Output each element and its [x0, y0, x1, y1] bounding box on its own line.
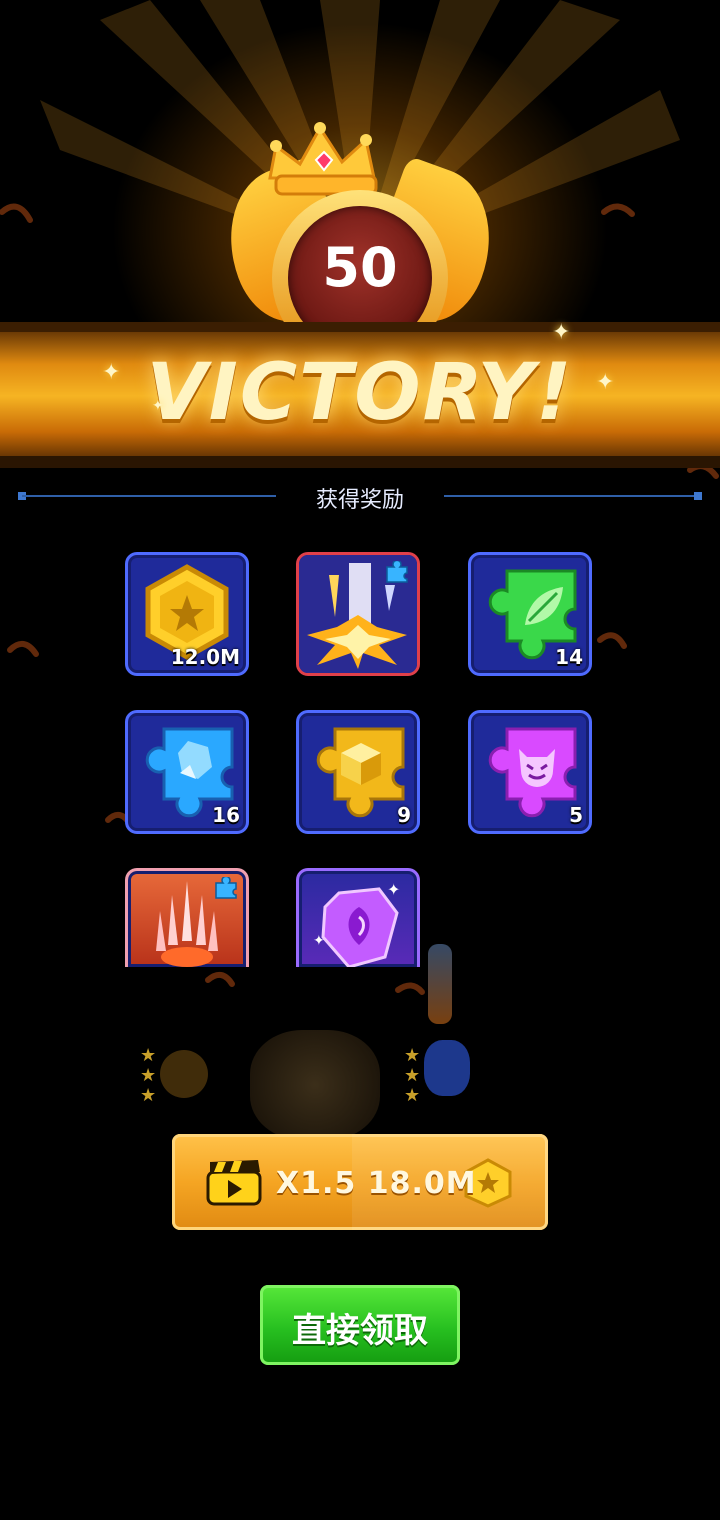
rewards-title: 获得奖励	[315, 488, 404, 513]
sparkle-icon: ✦	[552, 320, 571, 345]
enemy-rank-stars: ★ ★ ★	[404, 1045, 421, 1106]
ally-ship	[424, 1040, 470, 1096]
purple-gem-icon: ✦ ✦	[313, 880, 400, 967]
reward-count: 16	[212, 803, 240, 827]
level-number: 50	[322, 236, 398, 299]
divider-dot-right	[694, 492, 702, 500]
reward-count: 5	[569, 803, 583, 827]
reward-tile-demon-puzzle[interactable]: 5	[468, 710, 592, 834]
sparkle-icon: ✦	[102, 360, 121, 385]
divider-right	[444, 495, 698, 497]
ad-multiplier-label: X1.5 18.0M	[276, 1166, 477, 1201]
player-ship	[250, 1030, 380, 1140]
reward-tile-spike-weapon[interactable]	[125, 868, 249, 967]
sparkle-icon: ✦	[152, 398, 164, 414]
reward-tile-leaf-puzzle[interactable]: 14	[468, 552, 592, 676]
puzzle-piece-icon	[386, 561, 408, 583]
reward-tile-laser-strike[interactable]	[296, 552, 420, 676]
video-clapper-icon	[206, 1160, 262, 1206]
reward-tile-crystal-puzzle[interactable]: 16	[125, 710, 249, 834]
claim-button-label: 直接领取	[292, 1311, 428, 1351]
reward-count: 14	[555, 645, 583, 669]
claim-directly-button[interactable]: 直接领取	[260, 1285, 460, 1365]
reward-count: 9	[397, 803, 411, 827]
sparkle-icon: ✦	[596, 370, 615, 395]
puzzle-piece-icon	[215, 877, 237, 899]
reward-count: 12.0M	[170, 645, 240, 669]
banner-bottom-edge	[0, 456, 720, 468]
svg-text:✦: ✦	[387, 880, 400, 899]
enemy-ship	[160, 1050, 208, 1098]
enemy-rank-stars: ★ ★ ★	[140, 1045, 157, 1106]
svg-text:✦: ✦	[313, 933, 325, 949]
divider-left	[22, 495, 276, 497]
reward-tile-purple-gem[interactable]: ✦ ✦	[296, 868, 420, 967]
missile	[428, 944, 452, 1024]
reward-tile-box-puzzle[interactable]: 9	[296, 710, 420, 834]
reward-tile-coins[interactable]: 12.0M	[125, 552, 249, 676]
